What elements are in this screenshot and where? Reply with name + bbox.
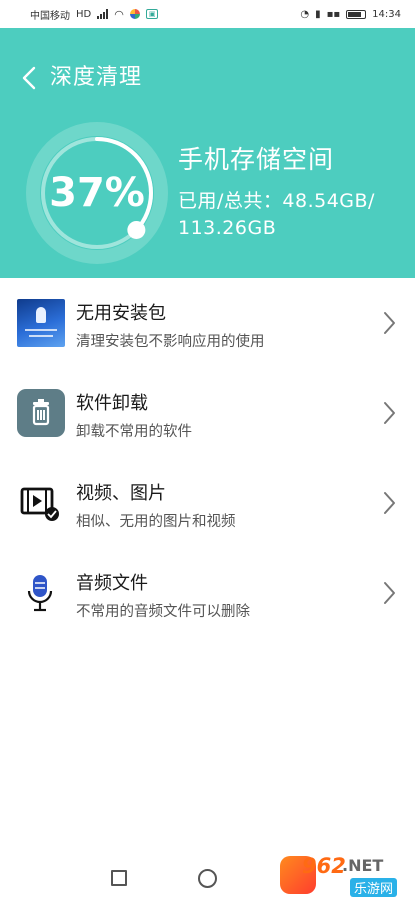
list-item-unused-packages[interactable]: 无用安装包 清理安装包不影响应用的使用 [0, 278, 415, 368]
microphone-icon [17, 569, 65, 617]
item-title: 视频、图片 [76, 483, 166, 504]
status-time: 14:34 [372, 8, 401, 20]
status-bar: 中国移动 HD ◠ ▣ ◔ ▮ ▪▪ 14:34 [0, 0, 415, 28]
chevron-right-icon [384, 402, 395, 424]
recents-button[interactable] [111, 870, 127, 886]
page-title: 深度清理 [50, 65, 143, 90]
chevron-right-icon [384, 312, 395, 334]
package-icon [17, 299, 65, 347]
video-icon [17, 479, 65, 527]
storage-used-total: 已用/总共：48.54GB/ [178, 190, 375, 212]
chevron-right-icon [384, 582, 395, 604]
status-left: 中国移动 HD ◠ ▣ [30, 7, 159, 22]
storage-title: 手机存储空间 [178, 145, 335, 174]
chevron-right-icon [384, 492, 395, 514]
network-label: HD [76, 8, 92, 20]
watermark-number: 962 [302, 854, 346, 878]
usage-percent: 37% [49, 170, 145, 216]
item-subtitle: 清理安装包不影响应用的使用 [76, 334, 265, 350]
app-badge-icon: ▣ [145, 9, 159, 19]
back-arrow-icon[interactable] [18, 64, 42, 92]
battery-icon [346, 9, 367, 19]
item-title: 音频文件 [76, 573, 148, 594]
watermark-domain: .NET [342, 856, 384, 875]
app-notification-icon [129, 9, 140, 19]
item-subtitle: 不常用的音频文件可以删除 [76, 604, 250, 620]
status-right: ◔ ▮ ▪▪ 14:34 [300, 9, 401, 20]
carrier-label: 中国移动 [30, 10, 70, 22]
battery-percent-icon: ▪▪ [326, 8, 341, 20]
cleanup-list: 无用安装包 清理安装包不影响应用的使用 软件卸载 卸载不常用的软件 视频、图片 … [0, 278, 415, 638]
item-title: 软件卸载 [76, 393, 148, 414]
vibrate-icon: ▮ [315, 8, 321, 20]
watermark-logo: 962 .NET 乐游网 [280, 852, 410, 898]
list-item-uninstall[interactable]: 软件卸载 卸载不常用的软件 [0, 368, 415, 458]
usage-ring: 37% [22, 118, 172, 268]
home-button[interactable] [198, 869, 217, 888]
alarm-icon: ◔ [300, 8, 310, 20]
watermark-tag: 乐游网 [350, 878, 398, 897]
list-item-videos-images[interactable]: 视频、图片 相似、无用的图片和视频 [0, 458, 415, 548]
item-title: 无用安装包 [76, 303, 166, 324]
wifi-icon: ◠ [114, 7, 124, 21]
storage-total-value: 113.26GB [178, 217, 277, 239]
trash-icon [17, 389, 65, 437]
signal-icon [97, 9, 109, 19]
list-item-audio-files[interactable]: 音频文件 不常用的音频文件可以删除 [0, 548, 415, 638]
header: 深度清理 37% 手机存储空间 已用/总共：48.54GB/ 113.26GB [0, 28, 415, 278]
item-subtitle: 相似、无用的图片和视频 [76, 514, 236, 530]
item-subtitle: 卸载不常用的软件 [76, 424, 192, 440]
